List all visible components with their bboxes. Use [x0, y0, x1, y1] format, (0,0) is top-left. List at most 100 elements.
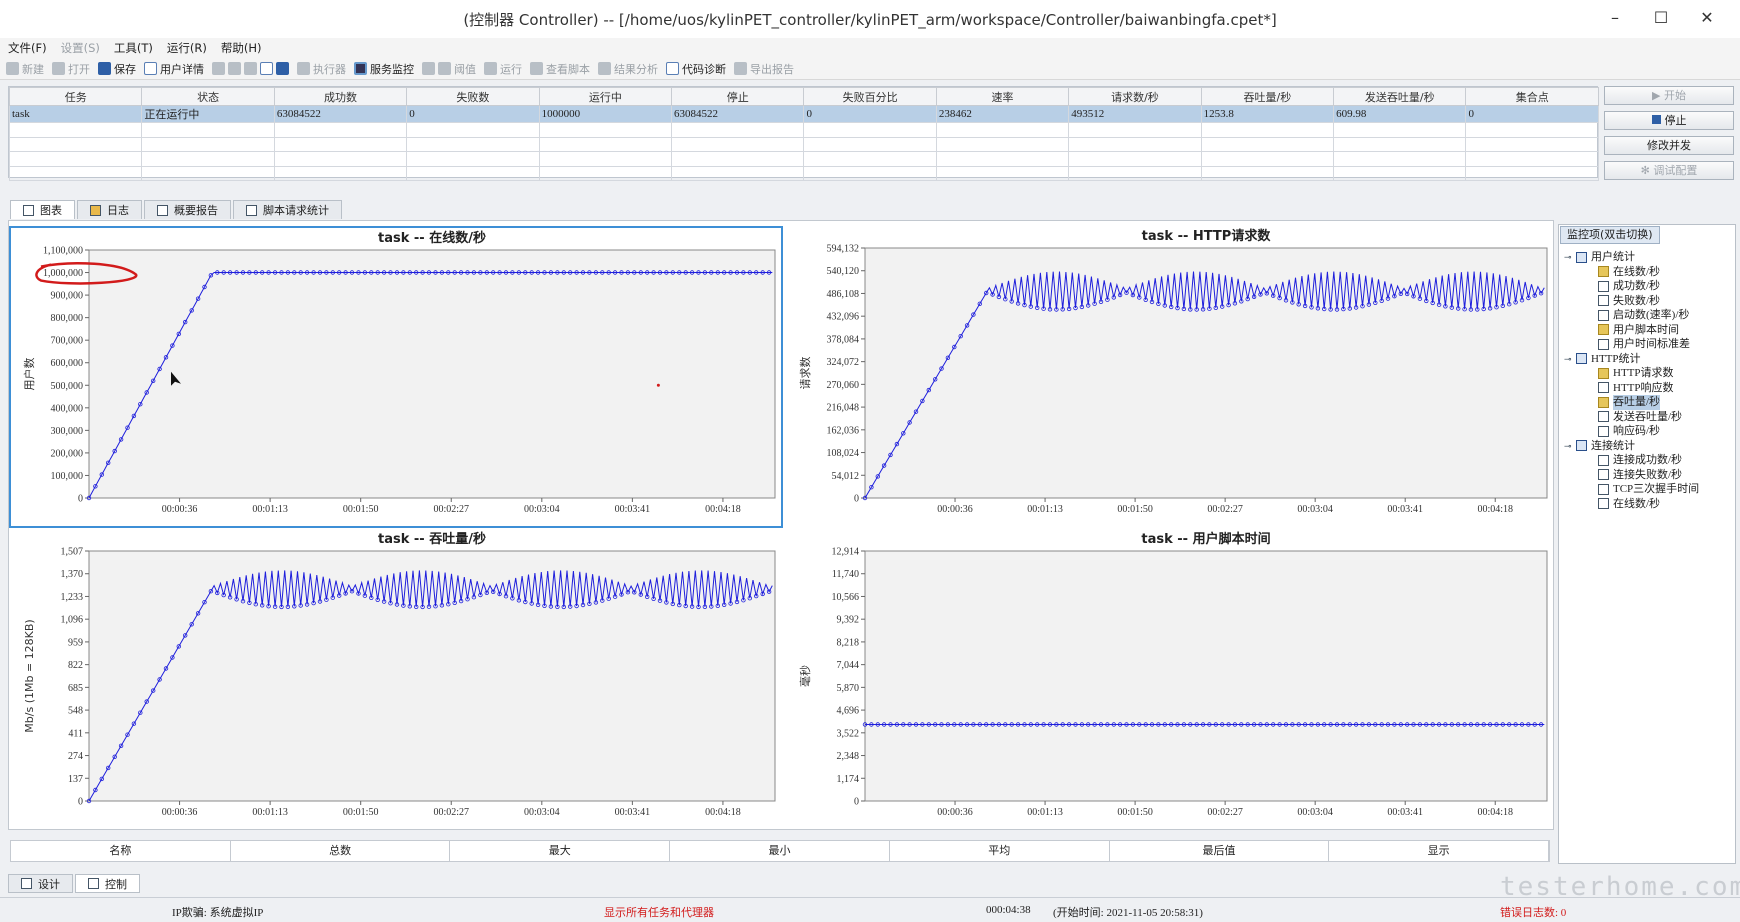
- run-button[interactable]: 运行: [484, 61, 522, 77]
- list-icon[interactable]: [244, 62, 257, 75]
- tree-item[interactable]: 在线数/秒: [1564, 265, 1699, 280]
- tree-item-label: 失败数/秒: [1613, 294, 1661, 307]
- tree-item-label: 在线数/秒: [1613, 497, 1661, 510]
- bottom-tabs: 设计 控制: [8, 874, 140, 893]
- task-col-header[interactable]: 发送吞吐量/秒: [1333, 87, 1467, 106]
- chart-online-users[interactable]: task -- 在线数/秒 用户数 0 100,000 200,000 300,000 40…: [9, 226, 783, 528]
- mail-icon[interactable]: [260, 62, 273, 75]
- task-row[interactable]: [8, 165, 1599, 181]
- stats-col-header[interactable]: 名称: [11, 841, 231, 861]
- task-cell: [671, 122, 805, 138]
- task-col-header[interactable]: 失败百分比: [803, 87, 937, 106]
- menu-bar: 文件(F) 设置(S) 工具(T) 运行(R) 帮助(H): [0, 38, 1740, 58]
- minimize-button[interactable]: –: [1592, 8, 1638, 27]
- stats-col-header[interactable]: 总数: [231, 841, 451, 861]
- result-analysis-button[interactable]: 结果分析: [598, 61, 658, 77]
- tree-item[interactable]: HTTP响应数: [1564, 381, 1699, 396]
- start-button[interactable]: ▶ 开始: [1604, 86, 1734, 105]
- task-row[interactable]: [8, 136, 1599, 152]
- tree-item[interactable]: 发送吞吐量/秒: [1564, 410, 1699, 425]
- user-detail-button[interactable]: 用户详情: [144, 61, 204, 77]
- chart-script-time[interactable]: task -- 用户脚本时间 毫秒 0 1,174 2,348 3,522 4,696 5,8…: [787, 529, 1553, 829]
- task-row[interactable]: [8, 122, 1599, 138]
- tree-item[interactable]: 用户脚本时间: [1564, 323, 1699, 338]
- tab-chart[interactable]: 图表: [10, 200, 75, 219]
- task-col-header[interactable]: 运行中: [538, 87, 673, 106]
- maximize-button[interactable]: ☐: [1638, 8, 1684, 27]
- task-col-header[interactable]: 集合点: [1465, 87, 1599, 106]
- executor-button[interactable]: 执行器: [297, 61, 346, 77]
- task-row[interactable]: task 正在运行中 63084522 0 1000000 63084522 0 238462…: [8, 105, 1599, 123]
- stats-col-header[interactable]: 最小: [670, 841, 890, 861]
- tree-item[interactable]: 连接成功数/秒: [1564, 453, 1699, 468]
- tree-item[interactable]: 响应码/秒: [1564, 424, 1699, 439]
- stop-button[interactable]: 停止: [1604, 111, 1734, 130]
- menu-run[interactable]: 运行(R): [167, 40, 207, 56]
- tab-script-stats[interactable]: 脚本请求统计: [233, 200, 342, 219]
- tree-item[interactable]: 成功数/秒: [1564, 279, 1699, 294]
- stats-col-header[interactable]: 最后值: [1110, 841, 1330, 861]
- tab-control[interactable]: 控制: [75, 874, 140, 893]
- task-cell: [671, 165, 805, 181]
- task-col-header[interactable]: 速率: [935, 87, 1070, 106]
- tree-group-label: HTTP统计: [1591, 352, 1641, 365]
- tree-item[interactable]: HTTP请求数: [1564, 366, 1699, 381]
- task-col-header[interactable]: 状态: [141, 87, 275, 106]
- tree-group[interactable]: ⊸ 用户统计: [1564, 250, 1699, 265]
- debug-config-button[interactable]: ✻ 调试配置: [1604, 161, 1734, 180]
- stats-col-header[interactable]: 显示: [1329, 841, 1550, 861]
- script-icon[interactable]: [228, 62, 241, 75]
- threshold-button[interactable]: 阈值: [422, 61, 476, 77]
- tab-design[interactable]: 设计: [8, 874, 73, 893]
- task-cell: 正在运行中: [141, 105, 275, 123]
- stats-col-header[interactable]: 最大: [450, 841, 671, 861]
- view-script-button[interactable]: 查看脚本: [530, 61, 590, 77]
- new-button[interactable]: 新建: [6, 61, 44, 77]
- service-monitor-button[interactable]: 服务监控: [354, 61, 414, 77]
- chart-throughput[interactable]: task -- 吞吐量/秒 Mb/s (1Mb = 128KB) 0 137 274 41…: [11, 529, 781, 829]
- tree-item[interactable]: 吞吐量/秒: [1564, 395, 1699, 410]
- menu-tools[interactable]: 工具(T): [114, 40, 153, 56]
- tree-item[interactable]: 失败数/秒: [1564, 294, 1699, 309]
- task-col-header[interactable]: 吞吐量/秒: [1200, 87, 1335, 106]
- export-report-button[interactable]: 导出报告: [734, 61, 794, 77]
- chart-http-requests[interactable]: task -- HTTP请求数 请求数 0 54,012 108,024 162,036 2…: [787, 226, 1553, 526]
- open-button[interactable]: 打开: [52, 61, 90, 77]
- tree-group[interactable]: ⊸ 连接统计: [1564, 439, 1699, 454]
- task-col-header[interactable]: 成功数: [273, 87, 408, 106]
- show-all-link[interactable]: 显示所有任务和代理器: [604, 904, 714, 920]
- task-col-header[interactable]: 失败数: [406, 87, 540, 106]
- task-row[interactable]: [8, 151, 1599, 167]
- tab-summary[interactable]: 概要报告: [144, 200, 231, 219]
- tree-item[interactable]: 在线数/秒: [1564, 497, 1699, 512]
- menu-file[interactable]: 文件(F): [8, 40, 47, 56]
- task-table-header: 任务 状态 成功数 失败数 运行中 停止 失败百分比 速率 请求数/秒 吞吐量/秒 发送吞吐量/秒集…: [8, 87, 1599, 106]
- menu-settings[interactable]: 设置(S): [61, 40, 100, 56]
- stats-col-header[interactable]: 平均: [890, 841, 1110, 861]
- y-tick-label: 400,000: [51, 403, 84, 414]
- task-col-header[interactable]: 任务: [8, 87, 143, 106]
- save-button[interactable]: 保存: [98, 61, 136, 77]
- menu-help[interactable]: 帮助(H): [221, 40, 262, 56]
- modify-concurrency-button[interactable]: 修改并发: [1604, 136, 1734, 155]
- task-col-header[interactable]: 停止: [671, 87, 805, 106]
- task-cell: [141, 122, 275, 138]
- task-col-header[interactable]: 请求数/秒: [1068, 87, 1202, 106]
- tree-item[interactable]: 启动数(速率)/秒: [1564, 308, 1699, 323]
- grid-icon[interactable]: [212, 62, 225, 75]
- expand-icon[interactable]: ⊸: [1564, 352, 1572, 367]
- monitor-title[interactable]: 监控项(双击切换): [1560, 226, 1660, 244]
- code-diag-button[interactable]: 代码诊断: [666, 61, 726, 77]
- tree-group[interactable]: ⊸ HTTP统计: [1564, 352, 1699, 367]
- tree-item[interactable]: TCP三次握手时间: [1564, 482, 1699, 497]
- tab-log[interactable]: 日志: [77, 200, 142, 219]
- close-button[interactable]: ✕: [1684, 8, 1730, 27]
- tree-item[interactable]: 用户时间标准差: [1564, 337, 1699, 352]
- tree-item[interactable]: 连接失败数/秒: [1564, 468, 1699, 483]
- plot-area: [88, 550, 776, 802]
- y-tick-label: 11,740: [832, 569, 859, 580]
- expand-icon[interactable]: ⊸: [1564, 439, 1572, 454]
- network-icon[interactable]: [276, 62, 289, 75]
- y-tick-label: 0: [854, 797, 859, 808]
- expand-icon[interactable]: ⊸: [1564, 250, 1572, 265]
